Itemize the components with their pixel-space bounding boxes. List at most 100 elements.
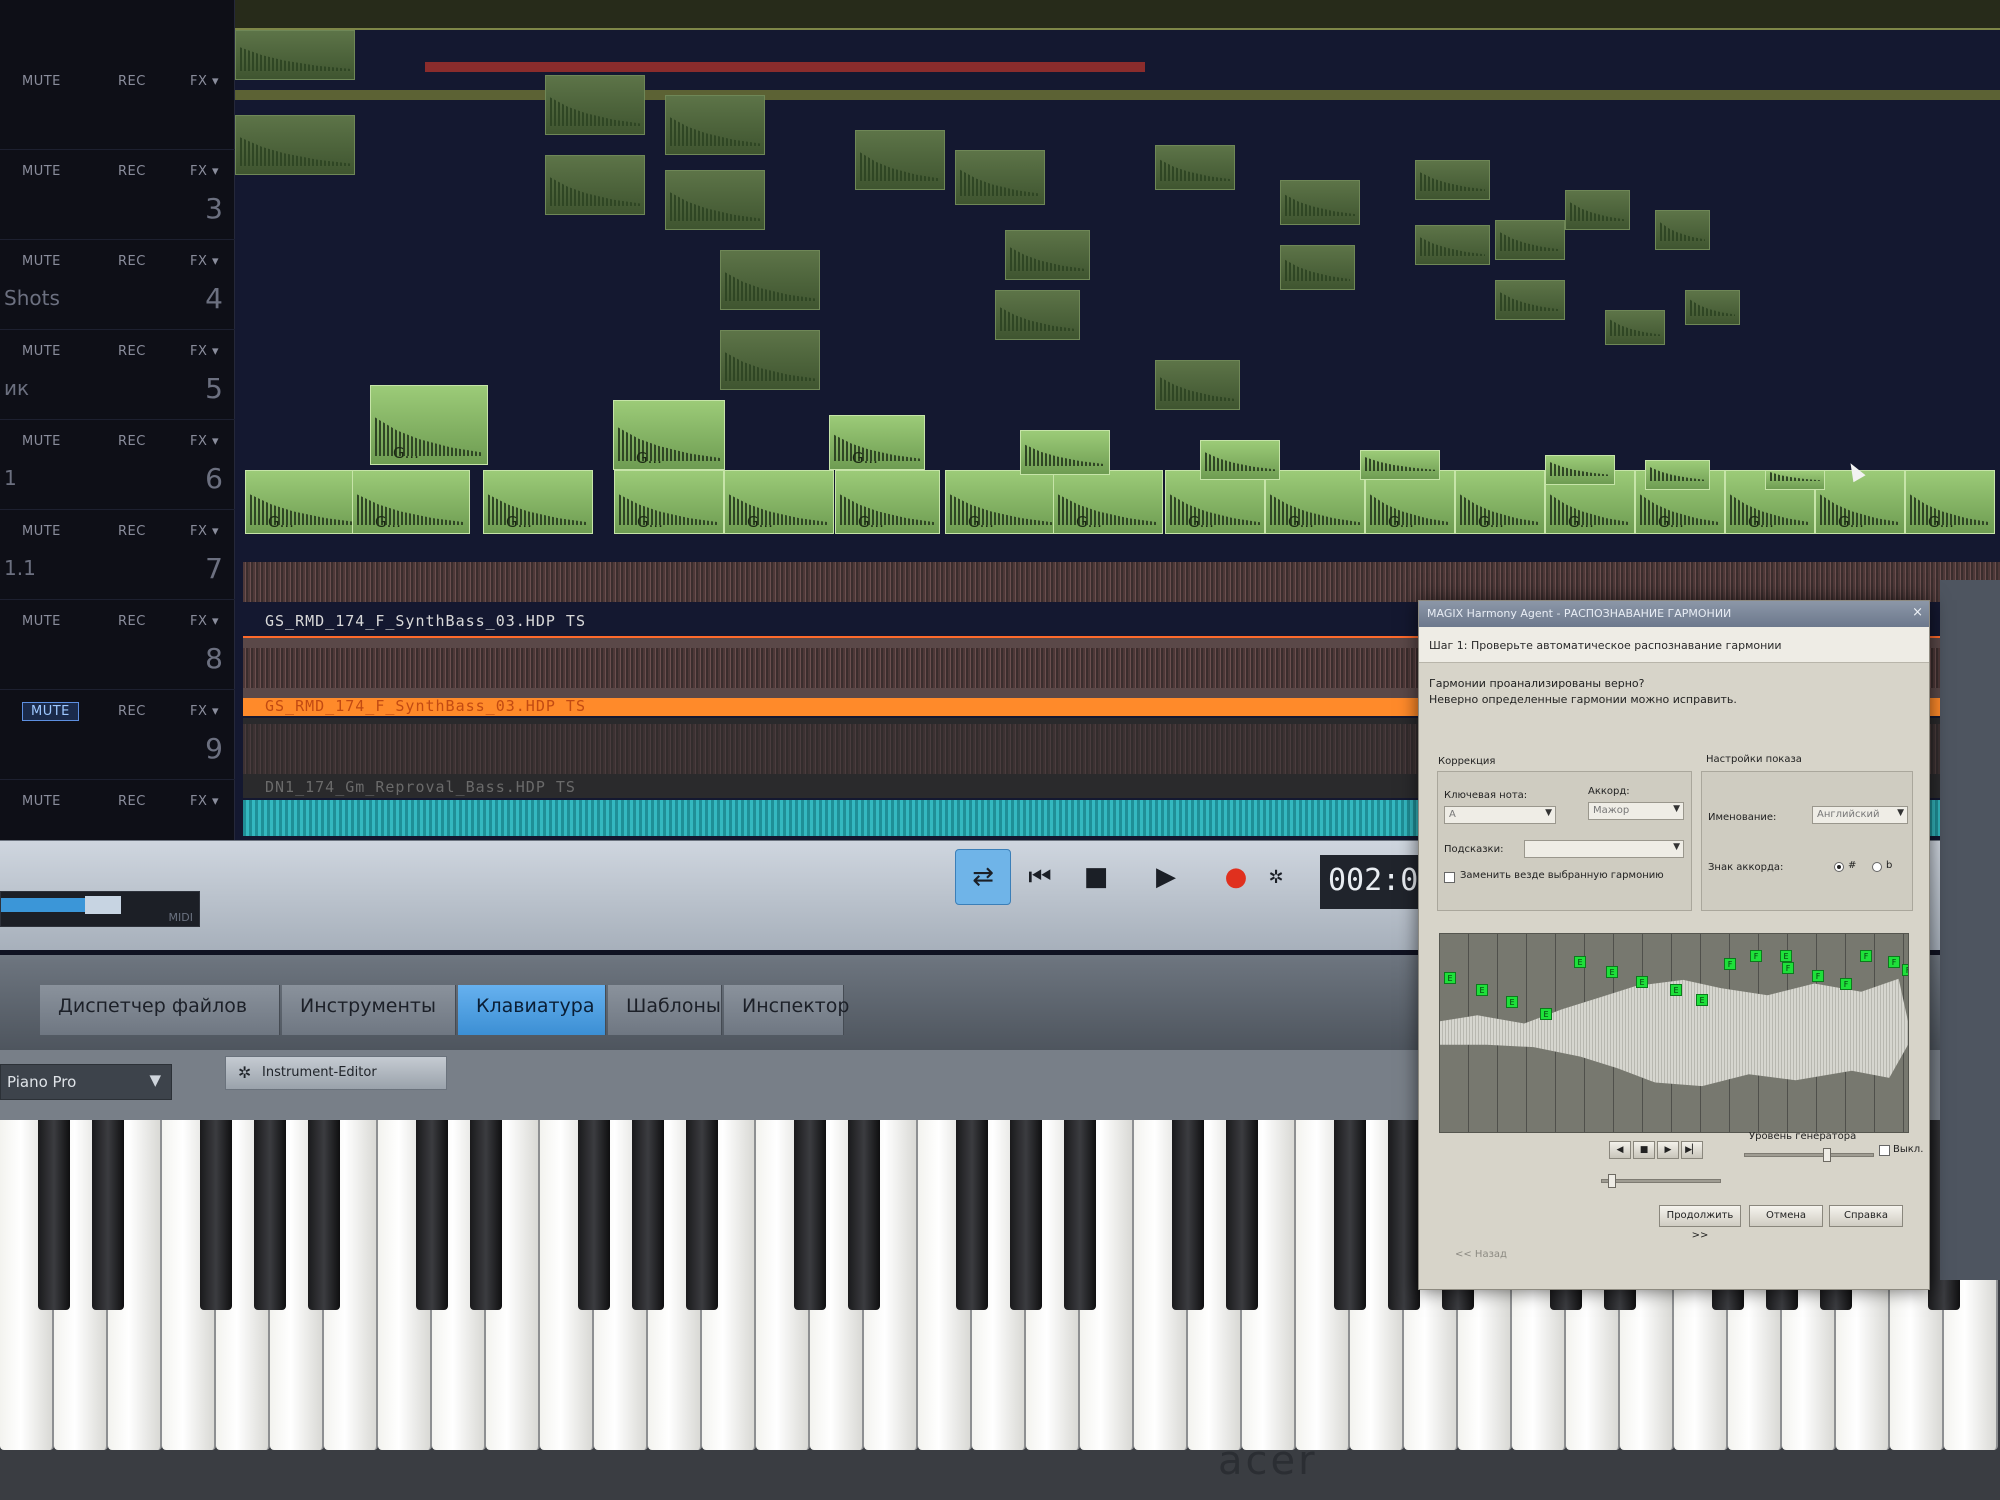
fx-button[interactable]: FX ▾ bbox=[190, 74, 219, 89]
audio-clip[interactable]: G... bbox=[483, 470, 593, 534]
track-header[interactable]: MUTE REC FX ▾ 4 Shots bbox=[0, 240, 235, 330]
chord-marker[interactable]: E bbox=[1636, 976, 1648, 988]
position-slider[interactable] bbox=[1601, 1174, 1721, 1188]
mute-button[interactable]: MUTE bbox=[22, 434, 61, 449]
audio-clip[interactable] bbox=[1605, 310, 1665, 345]
rec-button[interactable]: REC bbox=[118, 344, 146, 359]
dialog-rewind-button[interactable]: ◀ bbox=[1609, 1141, 1631, 1159]
audio-clip[interactable]: G... bbox=[1053, 470, 1163, 534]
audio-clip[interactable] bbox=[995, 290, 1080, 340]
audio-clip[interactable] bbox=[1005, 230, 1090, 280]
audio-clip[interactable] bbox=[545, 155, 645, 215]
tab[interactable]: Клавиатура bbox=[458, 985, 606, 1035]
chord-marker[interactable]: F bbox=[1888, 956, 1900, 968]
chord-marker[interactable]: F bbox=[1902, 964, 1908, 976]
audio-clip[interactable]: G... bbox=[352, 470, 470, 534]
chord-marker[interactable]: E bbox=[1780, 950, 1792, 962]
audio-clip[interactable] bbox=[1200, 440, 1280, 480]
black-key[interactable] bbox=[956, 1120, 988, 1310]
audio-clip[interactable]: G... bbox=[370, 385, 488, 465]
mute-button[interactable]: MUTE bbox=[22, 164, 61, 179]
continue-button[interactable]: Продолжить >> bbox=[1659, 1205, 1741, 1241]
fx-button[interactable]: FX ▾ bbox=[190, 614, 219, 629]
rec-button[interactable]: REC bbox=[118, 794, 146, 809]
audio-clip[interactable] bbox=[545, 75, 645, 135]
fx-button[interactable]: FX ▾ bbox=[190, 254, 219, 269]
mute-button[interactable]: MUTE bbox=[22, 614, 61, 629]
audio-clip[interactable] bbox=[720, 330, 820, 390]
black-key[interactable] bbox=[686, 1120, 718, 1310]
audio-clip[interactable] bbox=[1155, 145, 1235, 190]
audio-clip[interactable] bbox=[1765, 470, 1825, 490]
track-header[interactable]: MUTE REC FX ▾ 6 1 bbox=[0, 420, 235, 510]
audio-clip[interactable] bbox=[1360, 450, 1440, 480]
track-header[interactable]: MUTE REC FX ▾ 5 ик bbox=[0, 330, 235, 420]
audio-clip[interactable] bbox=[1280, 180, 1360, 225]
mute-button[interactable]: MUTE bbox=[22, 524, 61, 539]
chord-marker[interactable]: F bbox=[1724, 958, 1736, 970]
stop-button[interactable]: ■ bbox=[1068, 849, 1124, 905]
tab[interactable]: Шаблоны bbox=[608, 985, 722, 1035]
audio-clip[interactable]: G... bbox=[829, 415, 925, 470]
rec-button[interactable]: REC bbox=[118, 704, 146, 719]
audio-clip[interactable] bbox=[665, 170, 765, 230]
audio-clip[interactable] bbox=[1685, 290, 1740, 325]
black-key[interactable] bbox=[1064, 1120, 1096, 1310]
mute-button[interactable]: MUTE bbox=[22, 74, 61, 89]
black-key[interactable] bbox=[38, 1120, 70, 1310]
audio-clip[interactable] bbox=[955, 150, 1045, 205]
chord-marker[interactable]: E bbox=[1476, 984, 1488, 996]
chord-marker[interactable]: E bbox=[1670, 984, 1682, 996]
chord-marker[interactable]: E bbox=[1606, 966, 1618, 978]
audio-clip[interactable] bbox=[1280, 245, 1355, 290]
hints-select[interactable]: ▼ bbox=[1524, 840, 1684, 858]
midi-slider-knob[interactable] bbox=[85, 896, 121, 914]
black-key[interactable] bbox=[1334, 1120, 1366, 1310]
black-key[interactable] bbox=[632, 1120, 664, 1310]
black-key[interactable] bbox=[848, 1120, 880, 1310]
generator-off-checkbox[interactable] bbox=[1879, 1145, 1890, 1156]
black-key[interactable] bbox=[308, 1120, 340, 1310]
mute-button[interactable]: MUTE bbox=[22, 702, 79, 721]
instrument-preset-select[interactable]: Piano Pro ▼ bbox=[0, 1064, 172, 1100]
generator-level-slider[interactable] bbox=[1744, 1148, 1874, 1162]
chord-marker[interactable]: E bbox=[1696, 994, 1708, 1006]
midi-meter[interactable]: MIDI bbox=[0, 891, 200, 927]
audio-clip[interactable]: G... bbox=[1455, 470, 1545, 534]
mute-button[interactable]: MUTE bbox=[22, 254, 61, 269]
track-header[interactable]: MUTE REC FX ▾ 7 1.1 bbox=[0, 510, 235, 600]
audio-clip[interactable]: G... bbox=[613, 400, 725, 470]
loop-range-bar[interactable] bbox=[425, 62, 1145, 72]
audio-clip[interactable] bbox=[720, 250, 820, 310]
chord-marker[interactable]: E bbox=[1574, 956, 1586, 968]
chord-marker[interactable]: F bbox=[1750, 950, 1762, 962]
chord-marker[interactable]: F bbox=[1782, 962, 1794, 974]
time-display[interactable]: 002:01:0 bbox=[1320, 855, 1430, 909]
chord-marker[interactable]: E bbox=[1444, 972, 1456, 984]
audio-clip[interactable]: G... bbox=[835, 470, 940, 534]
rec-button[interactable]: REC bbox=[118, 524, 146, 539]
chord-marker[interactable]: F bbox=[1860, 950, 1872, 962]
fx-button[interactable]: FX ▾ bbox=[190, 434, 219, 449]
harmony-waveform[interactable]: EEEEEEEEEFFFFFFFFE bbox=[1439, 933, 1909, 1133]
audio-clip[interactable] bbox=[1415, 225, 1490, 265]
audio-clip[interactable]: G... bbox=[1815, 470, 1905, 534]
dialog-play-button[interactable]: ▶ bbox=[1657, 1141, 1679, 1159]
audio-clip[interactable] bbox=[1545, 455, 1615, 485]
mute-button[interactable]: MUTE bbox=[22, 794, 61, 809]
sharp-radio[interactable] bbox=[1834, 862, 1844, 872]
black-key[interactable] bbox=[1010, 1120, 1042, 1310]
cancel-button[interactable]: Отмена bbox=[1749, 1205, 1823, 1227]
black-key[interactable] bbox=[92, 1120, 124, 1310]
chord-marker[interactable]: E bbox=[1506, 996, 1518, 1008]
audio-clip[interactable] bbox=[235, 30, 355, 80]
audio-clip[interactable] bbox=[235, 115, 355, 175]
audio-clip[interactable] bbox=[1155, 360, 1240, 410]
fx-button[interactable]: FX ▾ bbox=[190, 794, 219, 809]
naming-select[interactable]: Английский ▼ bbox=[1812, 806, 1908, 824]
audio-clip[interactable]: G... bbox=[614, 470, 724, 534]
tab[interactable]: Инструменты bbox=[282, 985, 456, 1035]
audio-clip[interactable] bbox=[665, 95, 765, 155]
mute-button[interactable]: MUTE bbox=[22, 344, 61, 359]
chord-select[interactable]: Мажор ▼ bbox=[1588, 802, 1684, 820]
